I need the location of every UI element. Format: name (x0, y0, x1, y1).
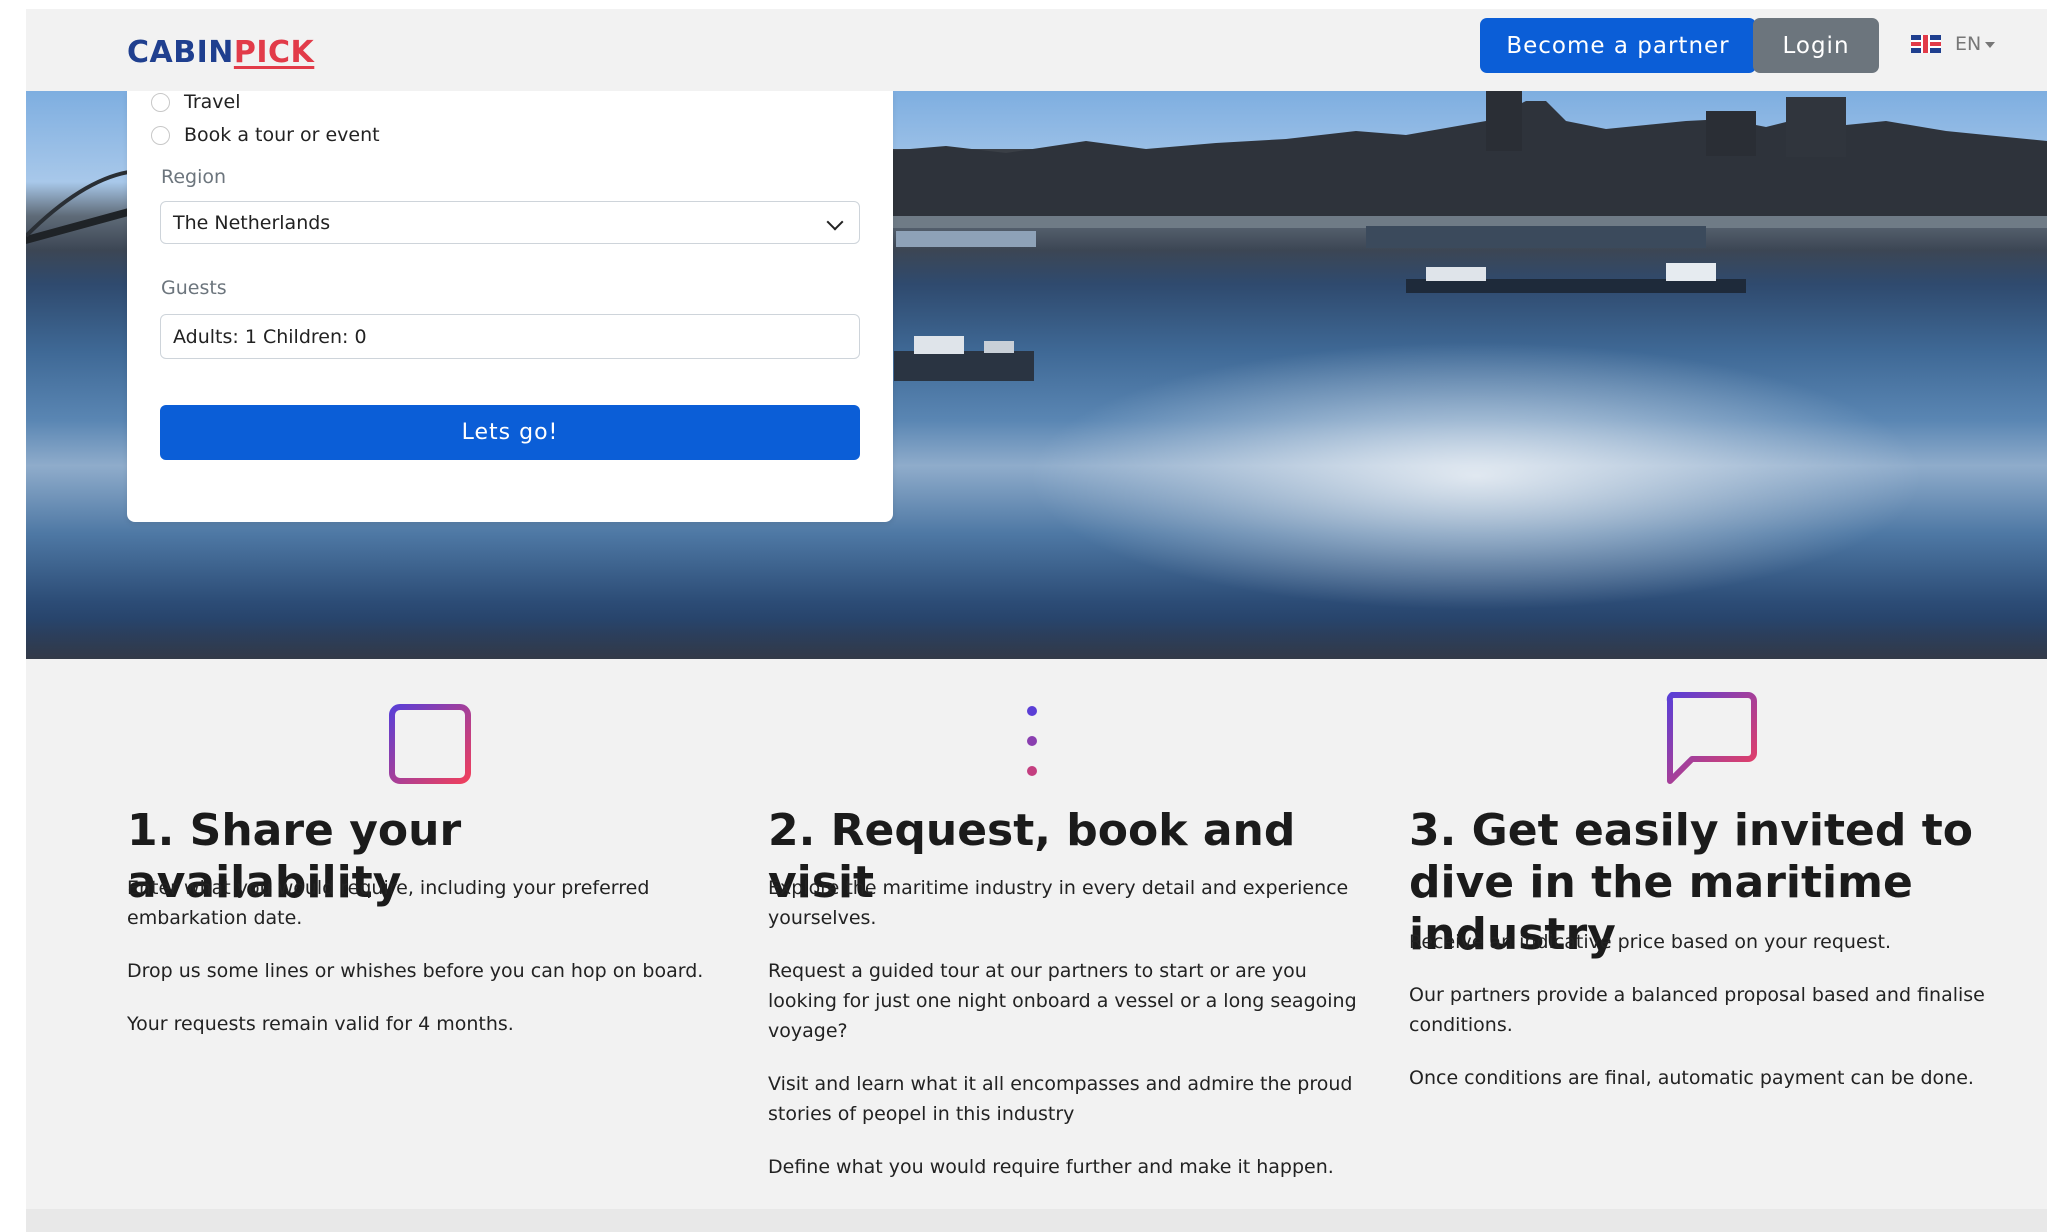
feature-1-paragraph: Enter what you would require, including … (127, 877, 650, 929)
top-navbar: CABINPICK Become a partner Login EN (26, 9, 2047, 91)
chevron-down-icon (826, 213, 844, 231)
feature-2-paragraph: Explore the maritime industry in every d… (768, 877, 1349, 929)
bridge (26, 169, 136, 244)
barge (1406, 263, 1746, 293)
radio-travel[interactable] (151, 92, 170, 112)
option-travel[interactable]: Travel (151, 91, 240, 113)
guests-input[interactable]: Adults: 1 Children: 0 (160, 314, 860, 359)
chat-bubble-icon (1666, 692, 1757, 784)
guests-label: Guests (161, 277, 227, 299)
lets-go-button[interactable]: Lets go! (160, 405, 860, 460)
footer-strip (26, 1209, 2047, 1232)
list-icon (1027, 706, 1124, 776)
feature-1-paragraph: Drop us some lines or whishes before you… (127, 960, 704, 982)
option-tour-label: Book a tour or event (184, 124, 380, 146)
feature-2-paragraph: Request a guided tour at our partners to… (768, 960, 1357, 1042)
become-partner-button[interactable]: Become a partner (1480, 18, 1756, 73)
feature-3-paragraph: Our partners provide a balanced proposal… (1409, 984, 1985, 1036)
feature-1-paragraph: Your requests remain valid for 4 months. (127, 1013, 514, 1035)
language-selector[interactable]: EN (1911, 33, 1996, 55)
water-reflection (1026, 341, 1926, 611)
calendar-icon (389, 693, 471, 784)
feature-3-paragraph: Receive an indicative price based on you… (1409, 931, 1892, 953)
option-travel-label: Travel (184, 91, 241, 113)
feature-2-text: Explore the maritime industry in every d… (768, 873, 1368, 1205)
region-value: The Netherlands (173, 211, 331, 234)
feature-2-paragraph: Visit and learn what it all encompasses … (768, 1073, 1353, 1125)
page-frame: CABINPICK Become a partner Login EN Trav… (26, 9, 2047, 1232)
login-button[interactable]: Login (1753, 18, 1879, 73)
region-label: Region (161, 166, 227, 188)
ship (894, 336, 1034, 381)
guests-value: Adults: 1 Children: 0 (173, 325, 367, 348)
feature-3-text: Receive an indicative price based on you… (1409, 927, 2009, 1116)
language-code: EN (1955, 33, 1996, 55)
feature-3-paragraph: Once conditions are final, automatic pay… (1409, 1067, 1974, 1089)
feature-1-text: Enter what you would require, including … (127, 873, 707, 1062)
feature-2-paragraph: Define what you would require further an… (768, 1156, 1334, 1178)
radio-tour[interactable] (151, 125, 170, 145)
logo-cabin: CABIN (127, 35, 234, 70)
logo-pick: PICK (233, 35, 315, 70)
caret-down-icon (1985, 41, 1996, 48)
search-form-card: Travel Book a tour or event Region The N… (127, 91, 893, 522)
uk-flag-icon (1911, 35, 1941, 53)
option-tour[interactable]: Book a tour or event (151, 124, 380, 146)
shore (26, 619, 2047, 659)
region-select[interactable]: The Netherlands (160, 201, 860, 244)
city-skyline (886, 91, 2047, 248)
logo[interactable]: CABINPICK (127, 35, 314, 70)
